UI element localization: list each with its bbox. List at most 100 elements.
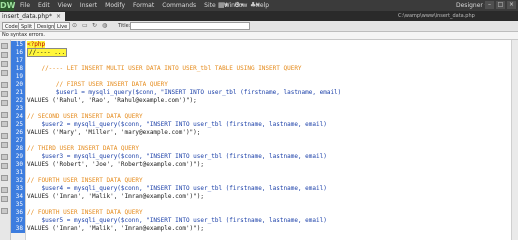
code-line: $user3 = mysqli_query($conn, "INSERT INT… <box>41 153 327 160</box>
document-tab-bar: insert_data.php* × C:\wamp\www\insert_dat… <box>0 12 518 21</box>
menu-insert[interactable]: Insert <box>76 0 101 11</box>
wrap-tag-icon[interactable] <box>1 154 8 160</box>
close-icon[interactable]: × <box>507 1 516 9</box>
apply-comment-icon[interactable] <box>1 133 8 139</box>
collapsed-fold[interactable]: //---- ... <box>27 48 68 57</box>
code-line: $user5 = mysqli_query($conn, "INSERT INT… <box>41 217 327 224</box>
code-editor[interactable]: 15 16 17 18 19 20 21 22 23 24 25 26 27 2… <box>0 40 518 240</box>
menu-bar: DW File Edit View Insert Modify Format C… <box>0 0 518 12</box>
split-view-button[interactable]: Split <box>18 22 36 30</box>
open-documents-icon[interactable] <box>1 43 8 49</box>
line-number: 24 <box>11 113 25 121</box>
move-css-icon[interactable] <box>1 175 8 181</box>
multiscreen-icon[interactable]: ▭ <box>82 22 88 30</box>
layout-icon[interactable]: ▦▾ <box>218 1 228 9</box>
php-open-tag: <?php <box>27 41 46 48</box>
recent-snippets-icon[interactable] <box>1 163 8 169</box>
document-toolbar: Code Split Design Live ⊙ ▭ ↻ ◍ Title: <box>0 21 518 32</box>
syntax-error-icon[interactable] <box>1 121 8 127</box>
inspect-icon[interactable]: ⊙ <box>72 22 77 30</box>
line-number: 16 <box>11 49 25 57</box>
title-input[interactable] <box>130 22 250 30</box>
code-comment: // SECOND USER INSERT DATA QUERY <box>27 113 143 120</box>
line-number: 32 <box>11 177 25 185</box>
format-source-icon[interactable] <box>1 208 8 214</box>
workspace-switcher[interactable]: Designer ▾ <box>456 0 488 11</box>
code-comment: // FOURTH USER INSERT DATA QUERY <box>27 209 143 216</box>
code-line: VALUES ('Rahul', 'Rao', 'Rahul@example.c… <box>27 97 197 104</box>
line-number: 20 <box>11 81 25 89</box>
indent-icon[interactable] <box>1 187 8 193</box>
tab-close-icon[interactable]: × <box>56 13 61 20</box>
globe-icon[interactable]: ◍ <box>102 22 107 30</box>
file-path: C:\wamp\www\insert_data.php <box>398 13 475 19</box>
coding-toolbar <box>0 40 11 240</box>
code-comment: // FIRST USER INSERT DATA QUERY <box>55 81 168 88</box>
line-number: 30 <box>11 161 25 169</box>
code-area[interactable]: <?php //---- ... //---- LET INSERT MULTI… <box>27 41 516 233</box>
maximize-icon[interactable]: □ <box>496 1 505 9</box>
code-line: VALUES ('Imran', 'Malik', 'Imran@example… <box>27 193 205 200</box>
vertical-scrollbar[interactable] <box>511 40 518 240</box>
code-line: $user1 = mysqli_query($conn, "INSERT INT… <box>55 89 342 96</box>
info-bar: No syntax errors. <box>0 32 518 40</box>
outdent-icon[interactable] <box>1 196 8 202</box>
line-number: 35 <box>11 201 25 209</box>
line-number: 15 <box>11 41 25 49</box>
balance-braces-icon[interactable] <box>1 91 8 97</box>
remove-comment-icon[interactable] <box>1 142 8 148</box>
line-number-gutter: 15 16 17 18 19 20 21 22 23 24 25 26 27 2… <box>11 40 26 240</box>
code-line: $user4 = mysqli_query($conn, "INSERT INT… <box>41 185 327 192</box>
menu-modify[interactable]: Modify <box>101 0 129 11</box>
line-numbers-icon[interactable] <box>1 100 8 106</box>
document-tab-label: insert_data.php* <box>2 13 52 20</box>
line-number: 17 <box>11 57 25 65</box>
document-tab[interactable]: insert_data.php* × <box>0 12 65 21</box>
app-logo: DW <box>0 0 16 11</box>
line-number: 31 <box>11 169 25 177</box>
window-controls: – □ × <box>485 1 516 9</box>
line-number: 38 <box>11 225 25 233</box>
collapse-tag-icon[interactable] <box>1 52 8 58</box>
line-number: 34 <box>11 193 25 201</box>
select-parent-tag-icon[interactable] <box>1 82 8 88</box>
code-line: VALUES ('Imran', 'Malik', 'Imran@example… <box>27 225 205 232</box>
code-line: VALUES ('Robert', 'Joe', 'Robert@example… <box>27 161 205 168</box>
refresh-icon[interactable]: ↻ <box>92 22 97 30</box>
line-number: 36 <box>11 209 25 217</box>
line-number: 18 <box>11 65 25 73</box>
line-number: 28 <box>11 145 25 153</box>
line-number: 23 <box>11 105 25 113</box>
extend-icon[interactable]: ♣▾ <box>250 1 260 9</box>
menu-commands[interactable]: Commands <box>158 0 200 11</box>
menu-edit[interactable]: Edit <box>34 0 54 11</box>
line-number: 26 <box>11 129 25 137</box>
minimize-icon[interactable]: – <box>485 1 494 9</box>
expand-all-icon[interactable] <box>1 70 8 76</box>
line-number: 22 <box>11 97 25 105</box>
line-number: 27 <box>11 137 25 145</box>
code-line: VALUES ('Mary', 'Miller', 'mary@example.… <box>27 129 201 136</box>
title-label: Title: <box>118 23 131 29</box>
gear-icon[interactable]: ⚙▾ <box>234 1 244 9</box>
menu-site[interactable]: Site <box>200 0 220 11</box>
highlight-invalid-icon[interactable] <box>1 112 8 118</box>
line-number: 37 <box>11 217 25 225</box>
menu-file[interactable]: File <box>16 0 34 11</box>
live-view-button[interactable]: Live <box>54 22 71 30</box>
syntax-status: No syntax errors. <box>2 32 45 38</box>
line-number: 33 <box>11 185 25 193</box>
collapse-selection-icon[interactable] <box>1 61 8 67</box>
code-comment: //---- LET INSERT MULTI USER DATA INTO U… <box>41 65 302 72</box>
menu-format[interactable]: Format <box>129 0 158 11</box>
line-number: 19 <box>11 73 25 81</box>
code-comment: // THIRD USER INSERT DATA QUERY <box>27 145 139 152</box>
line-number: 25 <box>11 121 25 129</box>
menu-view[interactable]: View <box>54 0 76 11</box>
